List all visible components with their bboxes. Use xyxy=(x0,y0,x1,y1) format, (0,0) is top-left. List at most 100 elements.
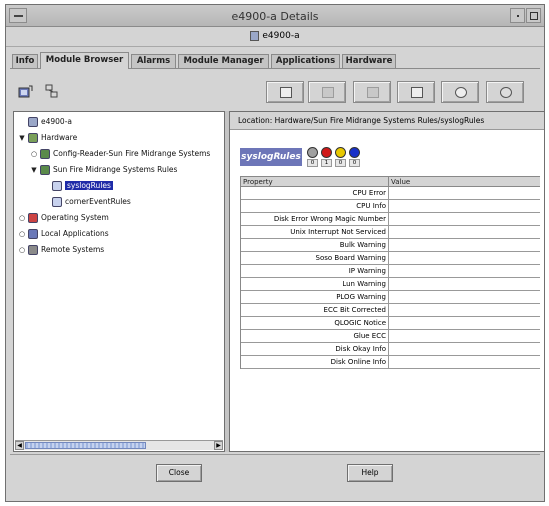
tab-hardware[interactable]: Hardware xyxy=(342,54,396,68)
tab-info[interactable]: Info xyxy=(12,54,38,68)
collapsed-node-icon[interactable]: ○ xyxy=(18,230,26,238)
header-value[interactable]: Value xyxy=(391,177,410,187)
table-row[interactable]: Disk Okay Info xyxy=(241,343,540,356)
os-icon xyxy=(28,213,38,223)
status-count[interactable]: 1 xyxy=(321,147,332,167)
tab-module-browser[interactable]: Module Browser xyxy=(40,52,129,69)
value-cell[interactable] xyxy=(388,343,541,355)
tree-item[interactable]: syslogRules xyxy=(42,180,113,192)
scroll-left-icon[interactable]: ◀ xyxy=(15,441,24,450)
minimize-button[interactable] xyxy=(510,8,525,23)
tree-item[interactable]: ○ Remote Systems xyxy=(18,244,104,256)
topology-view-icon[interactable] xyxy=(44,83,60,99)
leaf-spacer xyxy=(42,198,50,206)
help-button[interactable]: Help xyxy=(347,464,393,482)
module-tree[interactable]: e4900-a ▼ Hardware ○ Config-Reader-Sun Fire … xyxy=(13,111,225,452)
table-row[interactable]: IP Warning xyxy=(241,265,540,278)
attribute-editor-button[interactable] xyxy=(397,81,435,103)
edit-button[interactable] xyxy=(266,81,304,103)
alarm-count: 1 xyxy=(321,159,332,167)
table-row[interactable]: Soso Board Warning xyxy=(241,252,540,265)
property-cell: Unix Interrupt Not Serviced xyxy=(290,228,386,236)
title-bar[interactable]: e4900-a Details xyxy=(6,5,544,27)
property-cell: Glue ECC xyxy=(353,332,386,340)
tree-item[interactable]: ▼ Sun Fire Midrange Systems Rules xyxy=(30,164,177,176)
tree-item[interactable]: cornerEventRules xyxy=(42,196,131,208)
property-cell: Bulk Warning xyxy=(339,241,386,249)
tree-item[interactable]: ○ Operating System xyxy=(18,212,109,224)
graph-icon xyxy=(322,87,334,98)
status-count[interactable]: 0 xyxy=(349,147,360,167)
property-cell: Disk Error Wrong Magic Number xyxy=(273,215,386,223)
alarm-count: 0 xyxy=(335,159,346,167)
value-cell[interactable] xyxy=(388,187,541,199)
column-separator[interactable] xyxy=(388,177,389,187)
value-cell[interactable] xyxy=(388,213,541,225)
value-cell[interactable] xyxy=(388,304,541,316)
tab-alarms[interactable]: Alarms xyxy=(131,54,176,68)
value-cell[interactable] xyxy=(388,265,541,277)
status-count[interactable]: 0 xyxy=(307,147,318,167)
scroll-thumb[interactable] xyxy=(25,442,146,449)
value-cell[interactable] xyxy=(388,278,541,290)
value-cell[interactable] xyxy=(388,356,541,368)
location-label: Location: xyxy=(238,116,273,125)
table-row[interactable]: Unix Interrupt Not Serviced xyxy=(241,226,540,239)
collapsed-node-icon[interactable]: ○ xyxy=(30,150,38,158)
settings-icon xyxy=(500,87,512,98)
value-cell[interactable] xyxy=(388,330,541,342)
value-cell[interactable] xyxy=(388,317,541,329)
expanded-node-icon[interactable]: ▼ xyxy=(30,166,38,174)
table-row[interactable]: CPU Info xyxy=(241,200,540,213)
value-cell[interactable] xyxy=(388,291,541,303)
location-path: Hardware/Sun Fire Midrange Systems Rules… xyxy=(274,116,485,125)
probe-button[interactable] xyxy=(353,81,391,103)
tree-item-label: syslogRules xyxy=(65,181,113,190)
property-cell: PLOG Warning xyxy=(336,293,386,301)
value-cell[interactable] xyxy=(388,226,541,238)
hierarchy-view-icon[interactable] xyxy=(18,83,34,99)
collapsed-node-icon[interactable]: ○ xyxy=(18,214,26,222)
header-property[interactable]: Property xyxy=(243,177,273,187)
host-icon xyxy=(28,117,38,127)
table-row[interactable]: Bulk Warning xyxy=(241,239,540,252)
expanded-node-icon[interactable]: ▼ xyxy=(18,134,26,142)
maximize-button[interactable] xyxy=(526,8,541,23)
table-row[interactable]: Disk Error Wrong Magic Number xyxy=(241,213,540,226)
tree-item[interactable]: ○ Local Applications xyxy=(18,228,109,240)
settings-button[interactable] xyxy=(486,81,524,103)
value-cell[interactable] xyxy=(388,252,541,264)
table-row[interactable]: CPU Error xyxy=(241,187,540,200)
property-cell: QLOGIC Notice xyxy=(334,319,386,327)
graph-button[interactable] xyxy=(308,81,346,103)
table-row[interactable]: Glue ECC xyxy=(241,330,540,343)
value-cell[interactable] xyxy=(388,239,541,251)
horizontal-scrollbar[interactable]: ◀ ▶ xyxy=(15,440,223,450)
close-button[interactable]: Close xyxy=(156,464,202,482)
property-cell: IP Warning xyxy=(348,267,386,275)
tab-applications[interactable]: Applications xyxy=(271,54,340,68)
tree-item[interactable]: ○ Config-Reader-Sun Fire Midrange Systems xyxy=(30,148,210,160)
table-icon xyxy=(52,197,62,207)
collapsed-node-icon[interactable]: ○ xyxy=(18,246,26,254)
table-row[interactable]: Lun Warning xyxy=(241,278,540,291)
tab-module-manager[interactable]: Module Manager xyxy=(178,54,269,68)
module-icon xyxy=(40,165,50,175)
tree-item[interactable]: e4900-a xyxy=(18,116,72,128)
value-cell[interactable] xyxy=(388,200,541,212)
refresh-button[interactable] xyxy=(441,81,479,103)
table-row[interactable]: ECC Bit Corrected xyxy=(241,304,540,317)
status-count[interactable]: 0 xyxy=(335,147,346,167)
table-row[interactable]: Disk Online Info xyxy=(241,356,540,369)
table-row[interactable]: PLOG Warning xyxy=(241,291,540,304)
property-cell: Soso Board Warning xyxy=(315,254,386,262)
tree-item-label: e4900-a xyxy=(41,117,73,126)
location-bar: Location: Hardware/Sun Fire Midrange Sys… xyxy=(230,112,544,130)
scroll-right-icon[interactable]: ▶ xyxy=(214,441,223,450)
critical-alarm-icon xyxy=(321,147,332,158)
maximize-icon xyxy=(530,12,538,20)
footer-divider xyxy=(10,454,540,455)
tree-item[interactable]: ▼ Hardware xyxy=(18,132,77,144)
table-row[interactable]: QLOGIC Notice xyxy=(241,317,540,330)
leaf-spacer xyxy=(42,182,50,190)
